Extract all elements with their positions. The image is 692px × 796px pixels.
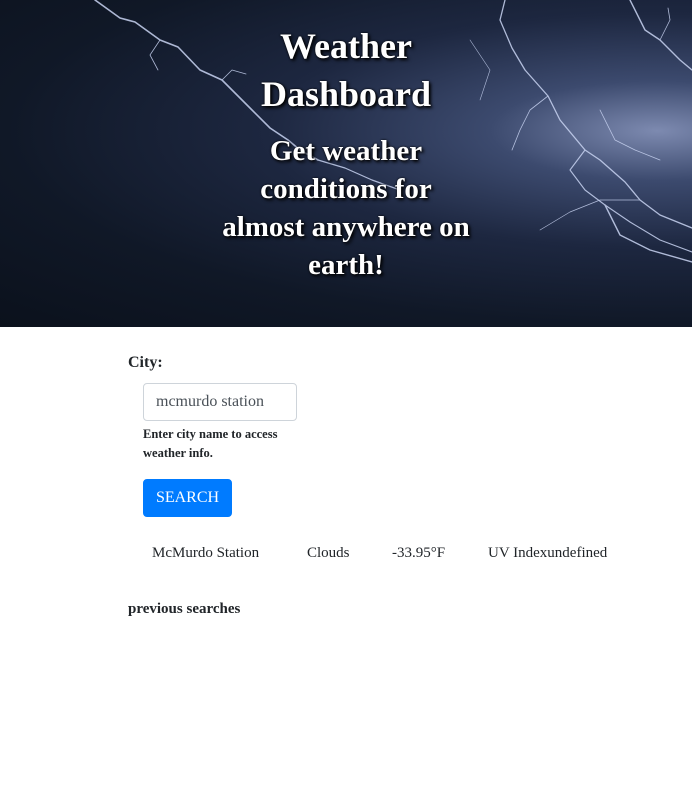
city-helper-text: Enter city name to access weather info. xyxy=(143,427,278,460)
hero-text: Weather Dashboard Get weather conditions… xyxy=(0,22,692,284)
page-title: Weather Dashboard xyxy=(260,26,432,114)
hero-banner: Weather Dashboard Get weather conditions… xyxy=(0,0,692,327)
result-condition: Clouds xyxy=(307,545,350,561)
search-form: City: Enter city name to access weather … xyxy=(128,352,648,517)
page-subtitle: Get weather conditions for almost anywhe… xyxy=(222,135,470,281)
search-button[interactable]: SEARCH xyxy=(143,479,232,517)
result-city: McMurdo Station xyxy=(152,545,260,561)
result-uv-index: UV Indexundefined xyxy=(488,545,608,561)
city-input[interactable] xyxy=(143,383,297,421)
city-label: City: xyxy=(128,354,163,371)
result-temperature: -33.95°F xyxy=(392,545,446,561)
previous-searches-heading: previous searches xyxy=(128,601,241,617)
